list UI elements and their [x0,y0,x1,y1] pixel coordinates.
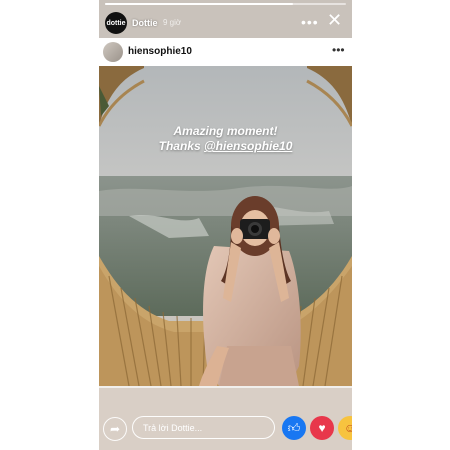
like-reaction-button[interactable]: 👍︎ [282,416,306,440]
heart-icon: ♥ [318,421,326,435]
close-icon[interactable]: ✕ [327,11,342,29]
share-icon: ➦ [109,422,121,436]
story-account-avatar[interactable]: dottie [105,12,127,34]
care-face-icon: ☺ [343,421,352,435]
care-reaction-button[interactable]: ☺ [338,416,352,440]
story-viewer[interactable]: dottie Dottie 9 giờ ••• ✕ hiensophie10 •… [99,0,352,450]
thumbs-up-icon: 👍︎ [287,420,301,435]
story-timestamp: 9 giờ [163,18,182,27]
post-author-avatar[interactable] [103,42,123,62]
caption-thanks: Thanks [158,139,204,153]
shared-post[interactable]: hiensophie10 ••• Amazing moment! Thanks … [99,38,352,388]
caption-line-2: Thanks @hiensophie10 [99,139,352,154]
story-header: dottie Dottie 9 giờ ••• ✕ [99,6,352,40]
post-photo [99,66,352,386]
more-options-icon[interactable]: ••• [301,15,319,29]
post-caption: Amazing moment! Thanks @hiensophie10 [99,124,352,154]
post-header: hiensophie10 ••• [99,38,352,66]
share-button[interactable]: ➦ [103,417,127,441]
caption-mention-link[interactable]: @hiensophie10 [204,139,292,153]
story-progress-bar [105,3,346,5]
post-menu-icon[interactable]: ••• [332,43,345,57]
story-account-name[interactable]: Dottie [132,18,158,28]
caption-line-1: Amazing moment! [173,124,278,138]
story-progress-fill [105,3,293,5]
post-author-username[interactable]: hiensophie10 [128,46,192,57]
reply-input[interactable] [132,416,275,439]
love-reaction-button[interactable]: ♥ [310,416,334,440]
reply-bar: ➦ 👍︎ ♥ ☺ [99,388,352,450]
